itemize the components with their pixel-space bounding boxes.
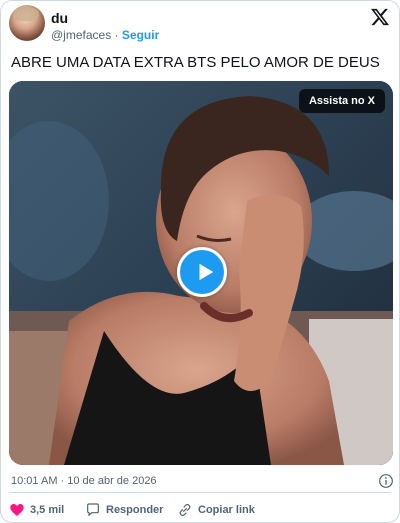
reply-button[interactable]: Responder xyxy=(85,499,163,521)
tweet-header: du @jmefaces · Seguir xyxy=(9,5,391,45)
author-handle-row: @jmefaces · Seguir xyxy=(51,28,159,42)
like-count: 3,5 mil xyxy=(30,504,65,516)
copy-link-button[interactable]: Copiar link xyxy=(177,499,255,521)
copy-link-label: Copiar link xyxy=(198,504,255,516)
x-logo-icon[interactable] xyxy=(371,8,389,26)
like-button[interactable]: 3,5 mil xyxy=(9,499,64,521)
follow-button[interactable]: Seguir xyxy=(122,28,159,42)
handle-separator: · xyxy=(114,28,119,42)
reply-label: Responder xyxy=(106,504,164,516)
play-button[interactable] xyxy=(177,247,227,297)
author-avatar[interactable] xyxy=(9,5,45,41)
link-icon xyxy=(179,503,191,517)
video-media[interactable]: Assista no X xyxy=(9,81,393,465)
play-icon xyxy=(199,263,214,281)
tweet-embed-card: du @jmefaces · Seguir ABRE UMA DATA EXTR… xyxy=(0,0,400,523)
watch-on-x-button[interactable]: Assista no X xyxy=(298,89,385,113)
tweet-text: ABRE UMA DATA EXTRA BTS PELO AMOR DE DEU… xyxy=(11,54,380,71)
author-display-name[interactable]: du xyxy=(51,10,68,26)
info-icon[interactable] xyxy=(378,473,394,489)
actions-divider xyxy=(9,492,391,493)
heart-icon xyxy=(10,504,24,516)
tweet-timestamp[interactable]: 10:01 AM · 10 de abr de 2026 xyxy=(11,475,157,488)
reply-bubble-icon xyxy=(87,503,99,516)
author-handle[interactable]: @jmefaces xyxy=(51,28,111,42)
